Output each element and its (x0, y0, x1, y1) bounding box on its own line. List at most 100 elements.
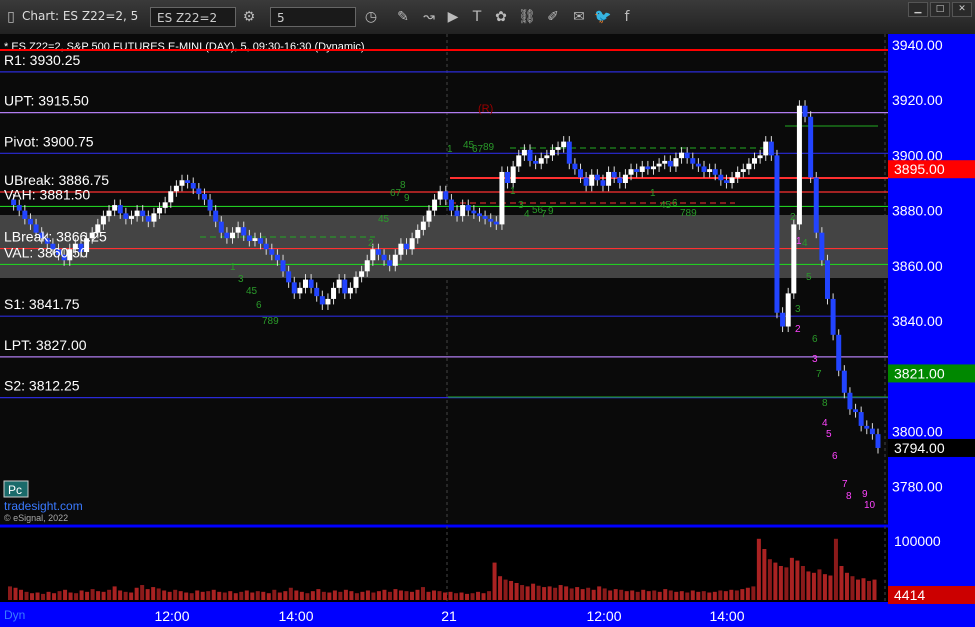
svg-text:2: 2 (790, 212, 796, 223)
candle (662, 160, 668, 164)
candle (516, 155, 522, 167)
candle (841, 370, 847, 393)
symbol-input[interactable]: ES Z22=2 (150, 7, 236, 27)
volume-bar (426, 591, 431, 600)
play-icon[interactable]: ▶ (444, 8, 462, 26)
candle (796, 105, 802, 225)
candle (263, 243, 269, 250)
svg-text:2: 2 (368, 238, 374, 249)
volume-bar (74, 593, 79, 600)
link-icon[interactable]: ⛓ (518, 8, 536, 26)
svg-text:45: 45 (378, 214, 390, 225)
svg-text:89: 89 (483, 142, 495, 153)
volume-bar (459, 592, 464, 600)
volume-bar (701, 591, 706, 600)
candle (780, 312, 786, 327)
comment-icon[interactable]: ✉ (570, 8, 588, 26)
volume-bar (800, 566, 805, 600)
volume-bar (19, 589, 24, 600)
minimize-button[interactable]: ▁ (908, 2, 928, 17)
dyn-label: Dyn (4, 608, 25, 622)
volume-bar (211, 589, 216, 600)
volume-bar (178, 591, 183, 600)
time-axis-label: 14:00 (709, 608, 744, 624)
candle (768, 141, 774, 156)
volume-bar (305, 593, 310, 600)
candle (359, 271, 365, 277)
r-marker: (R) (478, 103, 493, 115)
volume-bar (740, 589, 745, 600)
candle (297, 287, 303, 294)
svg-text:1: 1 (510, 186, 516, 197)
volume-bar (140, 585, 145, 600)
candle (645, 166, 651, 170)
candle (123, 213, 129, 219)
svg-text:789: 789 (262, 316, 279, 327)
volume-bar (299, 591, 304, 600)
candle (611, 171, 617, 178)
volume-bar (107, 589, 112, 600)
volume-bar (833, 538, 838, 600)
facebook-icon[interactable]: f (618, 8, 636, 26)
clock-icon[interactable]: ◷ (362, 8, 380, 26)
volume-bar (332, 590, 337, 600)
volume-bar (46, 591, 51, 600)
candle (521, 149, 527, 156)
volume-bar (674, 591, 679, 600)
volume-bar (404, 591, 409, 600)
volume-bar (828, 575, 833, 600)
candle (117, 205, 123, 214)
candle (16, 205, 22, 211)
volume-bar (233, 593, 238, 600)
volume-bar (723, 591, 728, 600)
gear-icon[interactable]: ⚙ (240, 8, 258, 26)
candle (325, 298, 331, 305)
candle (707, 169, 713, 172)
svg-text:8: 8 (846, 491, 852, 502)
volume-bar (476, 591, 481, 600)
twitter-icon[interactable]: 🐦 (594, 8, 612, 26)
price-axis-label: 3800.00 (892, 423, 943, 439)
volume-bar (586, 587, 591, 600)
price-chart[interactable]: * ES Z22=2, S&P 500 FUTURES E-MINI (DAY)… (0, 34, 975, 627)
candle (774, 155, 780, 313)
volume-bar (30, 593, 35, 600)
volume-bar (250, 592, 255, 600)
settings-cog-icon[interactable]: ✿ (492, 8, 510, 26)
volume-bar (189, 593, 194, 600)
svg-text:67: 67 (472, 144, 484, 155)
candle (482, 216, 488, 219)
volume-bar (861, 578, 866, 600)
draw-curve-icon[interactable]: ↝ (420, 8, 438, 26)
volume-bar (239, 591, 244, 600)
candle (752, 158, 758, 164)
candle (246, 235, 252, 241)
close-button[interactable]: ✕ (952, 2, 972, 17)
candle (858, 412, 864, 426)
candle (712, 169, 718, 175)
interval-input[interactable]: 5 (270, 7, 356, 27)
maximize-button[interactable]: □ (930, 2, 950, 17)
volume-bar (789, 557, 794, 600)
draw-tool-icon[interactable]: ✐ (544, 8, 562, 26)
candle (538, 158, 544, 164)
volume-bar (465, 593, 470, 600)
volume-bar (822, 574, 827, 600)
volume-bar (123, 591, 128, 600)
candle (207, 199, 213, 211)
svg-text:7: 7 (541, 209, 547, 220)
volume-bar (8, 586, 13, 600)
volume-bar (806, 571, 811, 600)
text-tool-icon[interactable]: T (468, 8, 486, 26)
tradesight-label: tradesight.com (4, 499, 83, 513)
candle (628, 169, 634, 175)
pencil-icon[interactable]: ✎ (394, 8, 412, 26)
volume-bar (597, 586, 602, 600)
volume-bar (531, 583, 536, 600)
volume-bar (630, 590, 635, 600)
volume-bar (679, 591, 684, 600)
volume-bar (872, 579, 877, 600)
volume-bar (184, 592, 189, 600)
volume-bar (685, 592, 690, 600)
price-axis-label: 3940.00 (892, 37, 943, 53)
